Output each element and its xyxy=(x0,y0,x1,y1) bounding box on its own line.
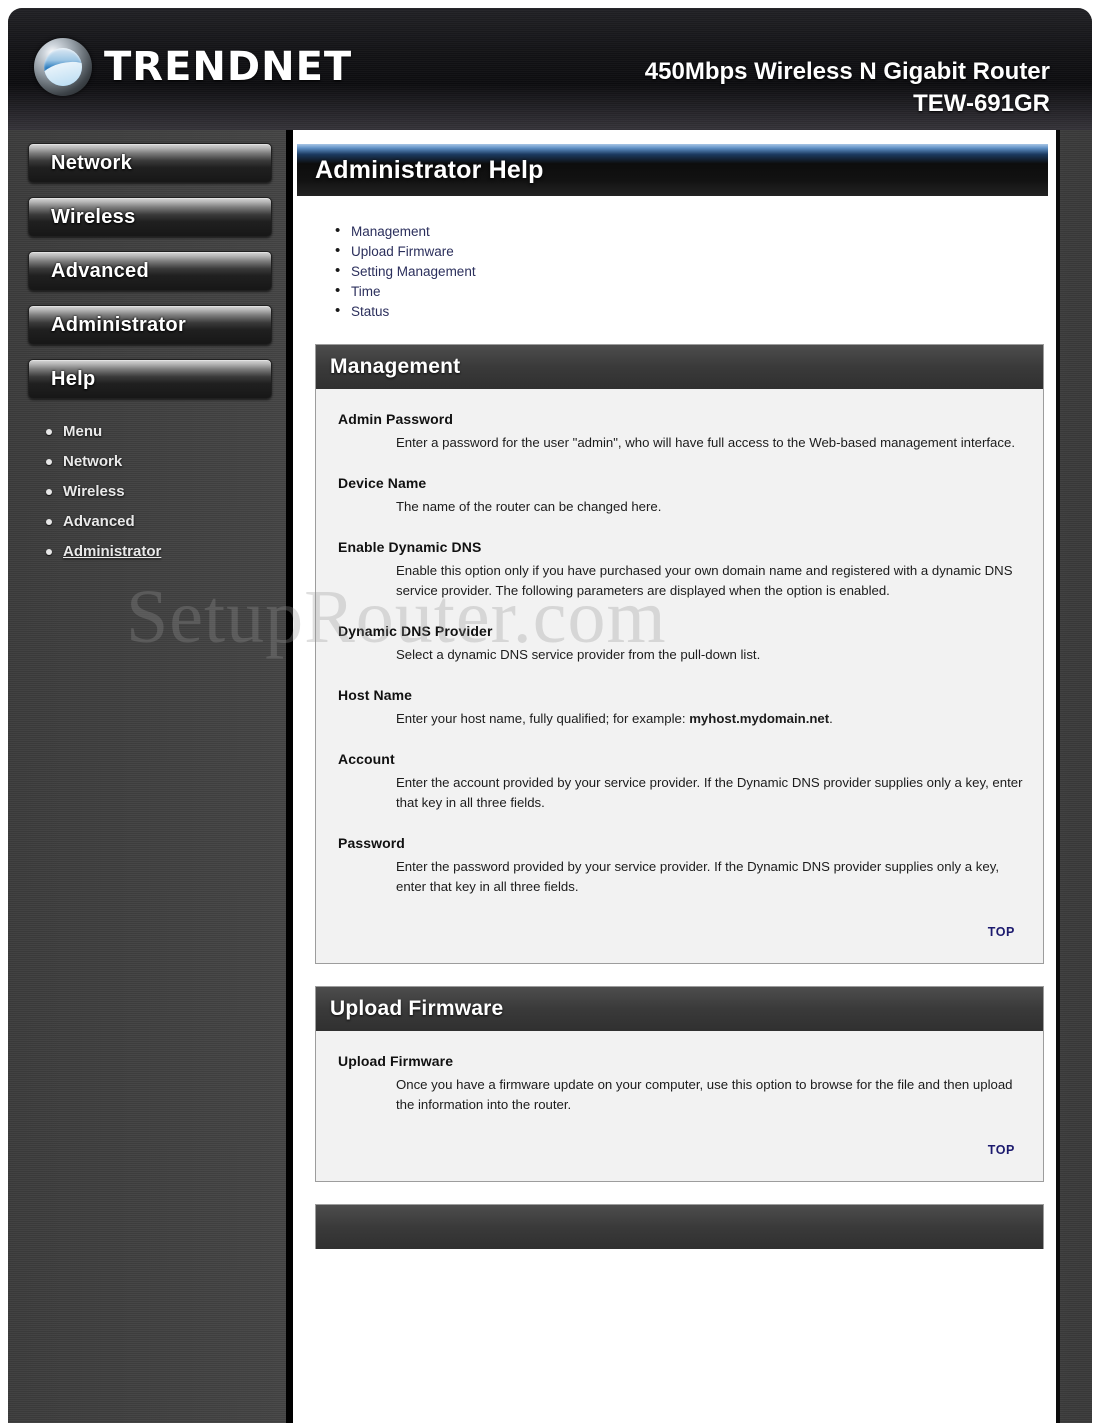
help-item-description: Enter your host name, fully qualified; f… xyxy=(338,709,1023,729)
help-item-title: Host Name xyxy=(338,687,413,703)
sidebar-item-label: Wireless xyxy=(51,205,136,228)
help-item-title: Account xyxy=(338,751,395,767)
sidebar-content-divider xyxy=(286,130,293,1423)
main-content: Administrator Help Management Upload Fir… xyxy=(293,130,1056,1423)
help-item-title: Enable Dynamic DNS xyxy=(338,539,482,555)
submenu-item-label: Administrator xyxy=(63,543,162,560)
toc-link-setting-management[interactable]: Setting Management xyxy=(351,264,476,279)
section-management: Management Admin Password Enter a passwo… xyxy=(315,344,1044,964)
help-item-description: Once you have a firmware update on your … xyxy=(396,1077,1013,1112)
desc-text-pre: Enter your host name, fully qualified; f… xyxy=(396,711,690,726)
list-item: Status xyxy=(335,301,1056,322)
back-to-top-link[interactable]: TOP xyxy=(988,1143,1015,1157)
submenu-item-label: Network xyxy=(63,453,123,470)
help-item-title: Device Name xyxy=(338,475,427,491)
toc-link-management[interactable]: Management xyxy=(351,224,430,239)
toc-link-status[interactable]: Status xyxy=(351,304,389,319)
submenu-item-administrator[interactable]: Administrator xyxy=(46,543,272,560)
product-model-block: 450Mbps Wireless N Gigabit Router TEW-69… xyxy=(645,56,1050,121)
back-to-top-link[interactable]: TOP xyxy=(988,925,1015,939)
app-shell: TRENDNET 450Mbps Wireless N Gigabit Rout… xyxy=(8,8,1092,1423)
bullet-icon xyxy=(46,428,52,435)
help-item-description: The name of the router can be changed he… xyxy=(396,499,662,514)
section-heading: Management xyxy=(330,355,461,378)
submenu-item-label: Wireless xyxy=(63,483,125,500)
sidebar-item-label: Advanced xyxy=(51,259,149,282)
brand-logo: TRENDNET xyxy=(34,38,352,96)
desc-text-post: . xyxy=(829,711,833,726)
sidebar-item-network[interactable]: Network xyxy=(28,143,272,183)
toc-link-time[interactable]: Time xyxy=(351,284,381,299)
help-item-description: Select a dynamic DNS service provider fr… xyxy=(396,647,761,662)
sidebar-item-wireless[interactable]: Wireless xyxy=(28,197,272,237)
help-item-description: Enter a password for the user "admin", w… xyxy=(396,435,1015,450)
help-submenu: Menu Network Wireless Advanced Administr… xyxy=(28,413,272,589)
section-header: Upload Firmware xyxy=(316,987,1043,1031)
router-admin-help-page: TRENDNET 450Mbps Wireless N Gigabit Rout… xyxy=(0,0,1100,1423)
submenu-item-wireless[interactable]: Wireless xyxy=(46,483,272,500)
sidebar-item-label: Help xyxy=(51,367,96,390)
sidebar-item-administrator[interactable]: Administrator xyxy=(28,305,272,345)
submenu-item-label: Menu xyxy=(63,423,103,440)
help-item-description: Enable this option only if you have purc… xyxy=(396,563,1013,598)
help-item-description: Enter the password provided by your serv… xyxy=(396,859,999,894)
product-description: 450Mbps Wireless N Gigabit Router xyxy=(644,58,1050,85)
sidebar-item-label: Network xyxy=(51,151,133,174)
section-body: Admin Password Enter a password for the … xyxy=(316,389,1043,963)
toc-link-upload-firmware[interactable]: Upload Firmware xyxy=(351,244,454,259)
submenu-item-advanced[interactable]: Advanced xyxy=(46,513,272,530)
trendnet-globe-icon xyxy=(34,38,92,96)
content-right-rule xyxy=(1056,130,1060,1423)
table-of-contents: Management Upload Firmware Setting Manag… xyxy=(293,221,1056,322)
bullet-icon xyxy=(46,548,52,555)
page-title: Administrator Help xyxy=(315,155,544,184)
bullet-icon xyxy=(46,458,52,465)
sidebar-item-help[interactable]: Help xyxy=(28,359,272,399)
sidebar-item-label: Administrator xyxy=(51,313,187,336)
help-item-description: Enter the account provided by your servi… xyxy=(396,775,1023,810)
list-item: Time xyxy=(335,281,1056,302)
help-item-title: Admin Password xyxy=(338,411,453,427)
top-link-row: TOP xyxy=(338,919,1023,953)
globe-wave-icon xyxy=(44,48,82,86)
page-title-bar: Administrator Help xyxy=(297,144,1048,196)
section-header xyxy=(316,1205,1043,1249)
section-upload-firmware: Upload Firmware Upload Firmware Once you… xyxy=(315,986,1044,1182)
top-link-row: TOP xyxy=(338,1137,1023,1171)
section-header: Management xyxy=(316,345,1043,389)
bullet-icon xyxy=(46,518,52,525)
brand-name: TRENDNET xyxy=(104,44,353,90)
help-item-title: Dynamic DNS Provider xyxy=(338,623,493,639)
list-item: Setting Management xyxy=(335,261,1056,282)
help-item-title: Password xyxy=(338,835,405,851)
bullet-icon xyxy=(46,488,52,495)
help-item-title: Upload Firmware xyxy=(338,1053,454,1069)
submenu-item-label: Advanced xyxy=(63,513,135,530)
header-banner: TRENDNET 450Mbps Wireless N Gigabit Rout… xyxy=(8,8,1092,130)
section-body: Upload Firmware Once you have a firmware… xyxy=(316,1031,1043,1181)
section-heading: Upload Firmware xyxy=(330,997,504,1020)
list-item: Management xyxy=(335,221,1056,242)
list-item: Upload Firmware xyxy=(335,241,1056,262)
product-model-number: TEW-691GR xyxy=(913,90,1050,118)
sidebar-item-advanced[interactable]: Advanced xyxy=(28,251,272,291)
section-next-partial xyxy=(315,1204,1044,1249)
sidebar-nav: Network Wireless Advanced Administrator … xyxy=(8,130,286,1423)
submenu-item-menu[interactable]: Menu xyxy=(46,423,272,440)
desc-text-emphasis: myhost.mydomain.net xyxy=(689,711,830,726)
submenu-item-network[interactable]: Network xyxy=(46,453,272,470)
